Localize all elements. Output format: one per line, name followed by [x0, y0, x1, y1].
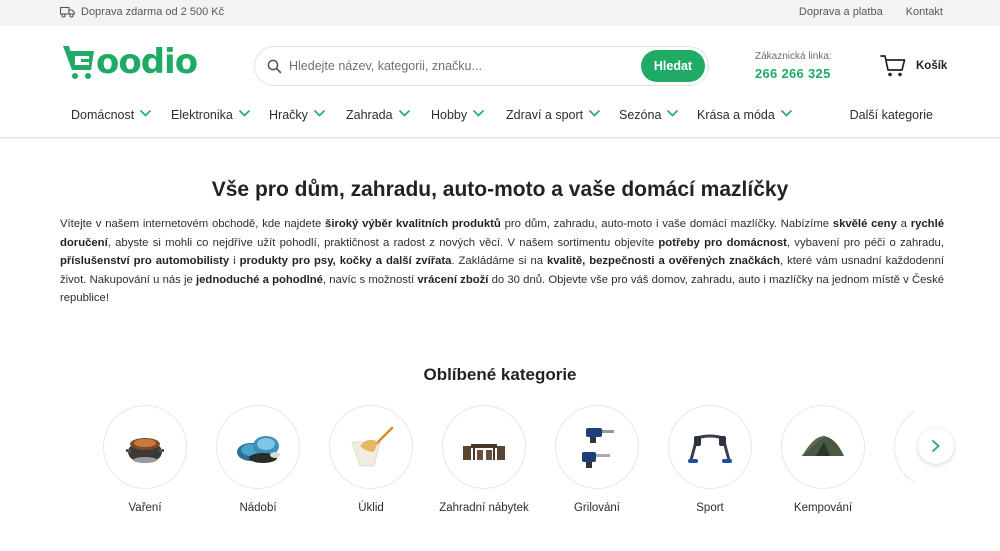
hotline-number[interactable]: 266 266 325: [755, 66, 832, 81]
chevron-down-icon: [781, 110, 792, 117]
hotline-label: Zákaznická linka:: [755, 51, 832, 62]
category-image: [103, 405, 187, 489]
page-title: Vše pro dům, zahradu, auto-moto a vaše d…: [211, 178, 789, 201]
nav-more-categories[interactable]: Další kategorie: [850, 108, 933, 122]
categories-carousel: Vaření Nádobí Úklid Zahradní nábytek Gri…: [0, 405, 915, 535]
cart-label: Košík: [916, 60, 948, 72]
chevron-down-icon: [589, 110, 600, 117]
category-image: [894, 405, 915, 489]
intro-highlight: produkty pro psy, kočky a další zvířata: [239, 255, 452, 268]
category-image: [781, 405, 865, 489]
intro-text: , navíc s možností: [322, 273, 418, 286]
pot-icon: [126, 438, 164, 463]
category-image: [442, 405, 526, 489]
dishes-icon: [237, 436, 280, 463]
nav-item-label: Zahrada: [346, 108, 393, 122]
search-button[interactable]: Hledat: [641, 50, 705, 82]
free-shipping-text: Doprava zdarma od 2 500 Kč: [81, 6, 225, 18]
free-shipping-note: Doprava zdarma od 2 500 Kč: [60, 6, 224, 18]
search-icon: [267, 59, 282, 74]
intro-text: , vybavení pro péči o zahradu,: [786, 236, 944, 249]
broom-icon: [351, 426, 394, 467]
chevron-down-icon: [239, 110, 250, 117]
link-contact[interactable]: Kontakt: [906, 6, 943, 18]
intro-highlight: jednoduché a pohodlné: [196, 273, 323, 286]
intro-highlight: široký výběr kvalitních produktů: [325, 218, 501, 230]
chevron-down-icon: [314, 110, 325, 117]
intro-paragraph: Vítejte v našem internetovém obchodě, kd…: [60, 215, 944, 308]
nav-item-hracky[interactable]: Hračky: [269, 108, 325, 122]
categories-title: Oblíbené kategorie: [423, 365, 577, 384]
nav-item-label: Krása a móda: [697, 108, 775, 122]
nav-item-domacnost[interactable]: Domácnost: [71, 108, 152, 122]
cart-button[interactable]: Košík: [880, 54, 947, 78]
nav-item-zdravi-a-sport[interactable]: Zdraví a sport: [506, 108, 600, 122]
intro-highlight: potřeby pro domácnost: [658, 236, 787, 249]
nav-item-hobby[interactable]: Hobby: [431, 108, 484, 122]
carousel-next-button[interactable]: [918, 428, 954, 464]
intro-highlight: kvalitě, bezpečnosti a ověřených značkác…: [546, 255, 780, 268]
intro-highlight: příslušenství pro automobilisty: [60, 255, 230, 268]
top-links: Doprava a platba Kontakt: [799, 6, 943, 18]
main-content: Vše pro dům, zahradu, auto-moto a vaše d…: [0, 139, 1000, 551]
main-navigation: Domácnost Elektronika Hračky Zahrada Hob…: [0, 104, 1000, 128]
customer-hotline: Zákaznická linka: 266 266 325: [755, 51, 832, 81]
intro-text: i: [229, 255, 240, 268]
category-image: [329, 405, 413, 489]
intro-highlight: skvělé ceny: [832, 218, 897, 230]
chevron-down-icon: [667, 110, 679, 117]
nav-item-krasa-a-moda[interactable]: Krása a móda: [697, 108, 792, 122]
category-label: K: [866, 502, 915, 514]
chevron-down-icon: [398, 110, 410, 117]
nav-item-label: Sezóna: [619, 108, 662, 122]
chevron-down-icon: [473, 110, 484, 117]
intro-highlight: vrácení zboží: [417, 273, 489, 286]
nav-item-label: Domácnost: [71, 108, 135, 122]
nav-item-zahrada[interactable]: Zahrada: [346, 108, 410, 122]
intro-text: a: [896, 218, 911, 230]
search-bar: Hledat: [254, 46, 709, 86]
torch-icon: [582, 428, 614, 468]
nav-item-label: Zdraví a sport: [506, 108, 584, 122]
truck-icon: [60, 6, 75, 18]
nav-item-sezona[interactable]: Sezóna: [619, 108, 679, 122]
tent-icon: [801, 435, 844, 457]
nav-item-label: Elektronika: [171, 108, 233, 122]
intro-text: , abyste si mohli co nejdříve užít pohod…: [107, 236, 659, 249]
partial-icon: [911, 422, 915, 472]
cart-icon: [880, 55, 906, 77]
chevron-down-icon: [140, 110, 152, 117]
category-image: [668, 405, 752, 489]
chevron-right-icon: [932, 440, 940, 452]
intro-text: . Zakládáme si na: [451, 255, 547, 268]
logo-cart-icon: [63, 46, 94, 79]
logo-text: oodio: [96, 42, 198, 82]
site-header: oodio Hledat Zákaznická linka: 266 266 3…: [0, 26, 1000, 138]
intro-text: Vítejte v našem internetovém obchodě, kd…: [60, 218, 326, 230]
garden-furniture-icon: [463, 444, 505, 460]
site-logo[interactable]: oodio: [62, 42, 198, 82]
nav-item-label: Hobby: [431, 108, 468, 122]
top-bar: Doprava zdarma od 2 500 Kč Doprava a pla…: [0, 0, 1000, 26]
pushup-bars-icon: [688, 434, 732, 463]
nav-item-label: Hračky: [269, 108, 308, 122]
link-shipping-payment[interactable]: Doprava a platba: [799, 6, 883, 18]
search-input[interactable]: [289, 56, 629, 76]
category-image: [555, 405, 639, 489]
intro-text: pro dům, zahradu, auto-moto i vaše domác…: [500, 218, 833, 230]
nav-item-elektronika[interactable]: Elektronika: [171, 108, 250, 122]
category-image: [216, 405, 300, 489]
